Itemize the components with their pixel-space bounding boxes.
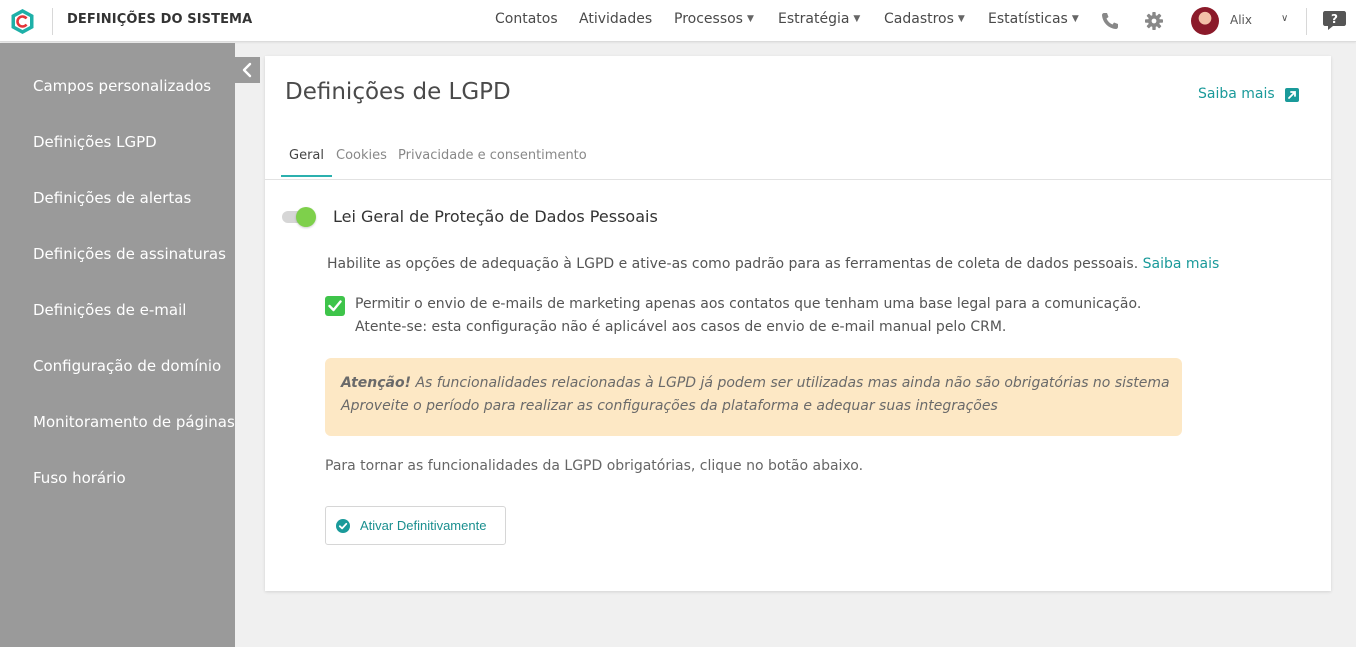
nav-contatos[interactable]: Contatos xyxy=(495,11,558,27)
description-learn-more-link[interactable]: Saiba mais xyxy=(1143,256,1220,272)
gear-icon[interactable] xyxy=(1144,11,1164,31)
chevron-down-icon[interactable]: ∨ xyxy=(1281,13,1288,24)
chevron-down-icon: ▼ xyxy=(746,14,754,24)
nav-estatisticas[interactable]: Estatísticas ▼ xyxy=(988,11,1079,27)
activate-permanently-button[interactable]: Ativar Definitivamente xyxy=(325,506,506,545)
phone-icon[interactable] xyxy=(1100,11,1120,31)
header-divider xyxy=(1306,8,1307,35)
sidebar-item-campos-personalizados[interactable]: Campos personalizados xyxy=(33,77,211,95)
sidebar-collapse-button[interactable] xyxy=(235,57,260,83)
sidebar-item-definicoes-assinaturas[interactable]: Definições de assinaturas xyxy=(33,245,226,263)
top-bar: DEFINIÇÕES DO SISTEMA Contatos Atividade… xyxy=(0,0,1356,42)
app-logo-icon[interactable] xyxy=(9,8,36,35)
marketing-consent-checkbox[interactable] xyxy=(325,296,345,316)
chevron-left-icon xyxy=(242,62,252,78)
tabs-divider xyxy=(265,179,1331,180)
sidebar-item-definicoes-email[interactable]: Definições de e-mail xyxy=(33,301,186,319)
sidebar-item-fuso-horario[interactable]: Fuso horário xyxy=(33,469,126,487)
sidebar-item-configuracao-dominio[interactable]: Configuração de domínio xyxy=(33,357,221,375)
nav-atividades[interactable]: Atividades xyxy=(579,11,652,27)
tab-geral[interactable]: Geral xyxy=(281,148,332,177)
section-title: Lei Geral de Proteção de Dados Pessoais xyxy=(333,207,658,226)
chevron-down-icon: ▼ xyxy=(957,14,965,24)
sidebar-item-definicoes-alertas[interactable]: Definições de alertas xyxy=(33,189,191,207)
warning-alert: Atenção! As funcionalidades relacionadas… xyxy=(325,358,1182,436)
sidebar-item-definicoes-lgpd[interactable]: Definições LGPD xyxy=(33,133,157,151)
app-title: DEFINIÇÕES DO SISTEMA xyxy=(67,12,253,27)
svg-text:?: ? xyxy=(1331,12,1338,26)
sidebar: Campos personalizados Definições LGPD De… xyxy=(0,43,235,647)
activate-button-label: Ativar Definitivamente xyxy=(360,518,487,533)
toggle-knob xyxy=(296,207,316,227)
help-chat-icon[interactable]: ? xyxy=(1322,9,1347,33)
nav-processos[interactable]: Processos ▼ xyxy=(674,11,754,27)
checkbox-label: Permitir o envio de e-mails de marketing… xyxy=(355,296,1142,335)
header-divider xyxy=(52,8,53,35)
lgpd-settings-card: Definições de LGPD Saiba mais Geral Cook… xyxy=(265,56,1331,591)
tab-privacidade-consentimento[interactable]: Privacidade e consentimento xyxy=(390,148,595,175)
activation-info: Para tornar as funcionalidades da LGPD o… xyxy=(325,458,864,474)
lgpd-toggle[interactable] xyxy=(282,206,318,228)
external-link-icon[interactable] xyxy=(1285,88,1299,102)
section-description: Habilite as opções de adequação à LGPD e… xyxy=(327,256,1220,272)
user-name[interactable]: Alix xyxy=(1230,13,1252,27)
chevron-down-icon: ▼ xyxy=(853,14,861,24)
alert-text: Atenção! As funcionalidades relacionadas… xyxy=(341,375,1170,414)
check-circle-icon xyxy=(336,519,350,533)
nav-estrategia[interactable]: Estratégia ▼ xyxy=(778,11,860,27)
tab-cookies[interactable]: Cookies xyxy=(328,148,395,175)
page-title: Definições de LGPD xyxy=(285,79,511,105)
sidebar-item-monitoramento-paginas[interactable]: Monitoramento de páginas xyxy=(33,413,235,431)
check-icon xyxy=(328,300,342,312)
nav-cadastros[interactable]: Cadastros ▼ xyxy=(884,11,965,27)
chevron-down-icon: ▼ xyxy=(1071,14,1079,24)
learn-more-link[interactable]: Saiba mais xyxy=(1198,86,1275,102)
avatar[interactable] xyxy=(1191,7,1219,35)
